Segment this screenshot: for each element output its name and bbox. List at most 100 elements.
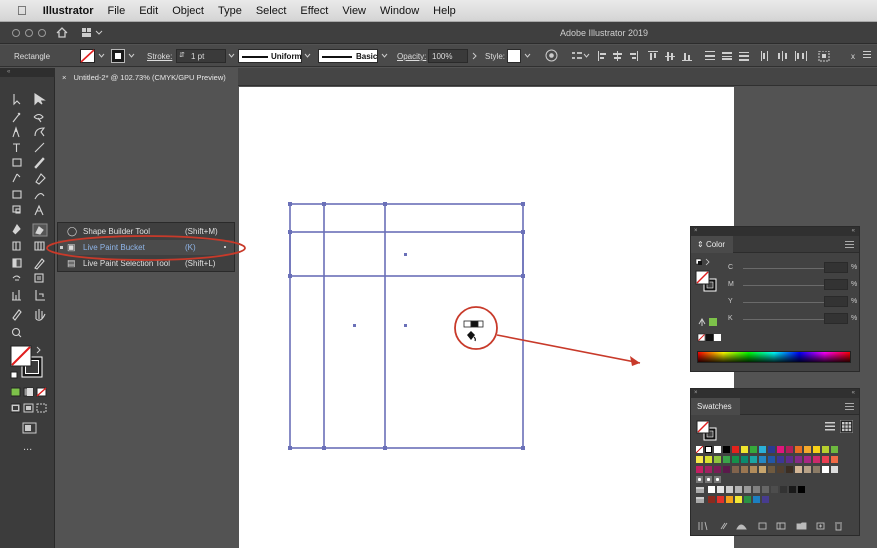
swatches-panel-menu-icon[interactable] — [845, 403, 854, 410]
swatch[interactable] — [714, 446, 721, 453]
swatch[interactable] — [753, 486, 760, 493]
cyan-slider[interactable]: C% — [703, 262, 857, 274]
thumbnail-view-icon[interactable] — [840, 420, 853, 433]
swatch[interactable] — [723, 466, 730, 473]
menu-view[interactable]: View — [342, 5, 366, 17]
home-icon[interactable] — [56, 27, 68, 38]
swatch[interactable] — [705, 476, 712, 483]
swatch[interactable] — [831, 446, 838, 453]
swatch[interactable] — [768, 446, 775, 453]
more-options-label[interactable]: x — [851, 52, 855, 61]
swatch[interactable] — [732, 466, 739, 473]
swatch[interactable] — [759, 446, 766, 453]
swatch[interactable] — [762, 486, 769, 493]
align-options-icon[interactable] — [572, 51, 590, 61]
swatches-panel-header[interactable]: × « — [691, 389, 859, 398]
fill-swatch-icon[interactable] — [80, 49, 96, 63]
swatch[interactable] — [795, 446, 802, 453]
opacity-field[interactable]: 100% — [428, 49, 468, 63]
swatch[interactable] — [777, 446, 784, 453]
swatch[interactable] — [813, 466, 820, 473]
swatch[interactable] — [723, 446, 730, 453]
list-view-icon[interactable] — [825, 422, 835, 431]
magenta-value-field[interactable] — [824, 279, 848, 290]
menu-illustrator[interactable]: Illustrator — [43, 5, 94, 17]
variable-width-profile[interactable]: Uniform — [238, 49, 302, 63]
swatch[interactable] — [750, 466, 757, 473]
swatch[interactable] — [831, 456, 838, 463]
swatch[interactable] — [714, 456, 721, 463]
swatch[interactable] — [744, 486, 751, 493]
swatch-group-folder-icon[interactable] — [696, 497, 704, 503]
swatch[interactable] — [822, 446, 829, 453]
swatch[interactable] — [813, 456, 820, 463]
graphic-style-swatch[interactable] — [507, 49, 521, 63]
black-slider[interactable]: K% — [703, 313, 857, 325]
stroke-weight-field[interactable]: ⇵ 1 pt — [176, 49, 226, 63]
swatch-grid[interactable] — [696, 446, 856, 506]
swatch[interactable] — [732, 456, 739, 463]
menu-file[interactable]: File — [107, 5, 125, 17]
swatch[interactable] — [771, 486, 778, 493]
swatch[interactable] — [762, 496, 769, 503]
swatch[interactable] — [786, 466, 793, 473]
swatch[interactable] — [750, 456, 757, 463]
swatch[interactable] — [696, 446, 703, 453]
swatch[interactable] — [741, 446, 748, 453]
fill-dropdown-icon[interactable] — [98, 53, 105, 59]
color-spectrum-bar[interactable] — [697, 351, 851, 363]
stroke-weight-dropdown-icon[interactable] — [228, 53, 235, 59]
brush-definition[interactable]: Basic — [318, 49, 378, 63]
cyan-value-field[interactable] — [824, 262, 848, 273]
menu-type[interactable]: Type — [218, 5, 242, 17]
swatch[interactable] — [714, 466, 721, 473]
swatch[interactable] — [831, 466, 838, 473]
fill-stroke-widget[interactable] — [10, 345, 46, 381]
swatch[interactable] — [795, 466, 802, 473]
swatch[interactable] — [795, 456, 802, 463]
swatch[interactable] — [768, 456, 775, 463]
black-value-field[interactable] — [824, 313, 848, 324]
swatch[interactable] — [723, 456, 730, 463]
opacity-arrow-icon[interactable] — [472, 52, 478, 60]
swatch[interactable] — [804, 466, 811, 473]
swatch[interactable] — [759, 456, 766, 463]
menu-effect[interactable]: Effect — [300, 5, 328, 17]
workspace-switcher-icon[interactable] — [82, 28, 104, 38]
stroke-swatch-icon[interactable] — [111, 49, 125, 63]
window-zoom-icon[interactable] — [38, 29, 46, 37]
document-tab-close-icon[interactable]: × — [62, 73, 66, 82]
style-dropdown-icon[interactable] — [524, 53, 531, 59]
swatch[interactable] — [744, 496, 751, 503]
swatch[interactable] — [732, 446, 739, 453]
recolor-artwork-icon[interactable] — [545, 49, 558, 62]
swatch[interactable] — [759, 466, 766, 473]
apple-menu-icon[interactable]:  — [17, 3, 27, 18]
color-panel-close-icon[interactable]: × — [694, 228, 698, 234]
swatch[interactable] — [777, 456, 784, 463]
swatch[interactable] — [696, 466, 703, 473]
menu-select[interactable]: Select — [256, 5, 287, 17]
color-panel-gamut-icons[interactable] — [697, 316, 723, 346]
swatch[interactable] — [726, 486, 733, 493]
menu-edit[interactable]: Edit — [139, 5, 158, 17]
swatch[interactable] — [696, 476, 703, 483]
opacity-label[interactable]: Opacity: — [397, 52, 426, 61]
tab-swatches[interactable]: Swatches — [691, 398, 740, 415]
tab-color[interactable]: ⇕ Color — [691, 236, 734, 253]
swatch[interactable] — [798, 486, 805, 493]
swatch[interactable] — [822, 466, 829, 473]
swatches-footer-icons[interactable] — [697, 521, 853, 531]
stroke-dropdown-icon[interactable] — [128, 53, 135, 59]
swatches-panel-close-icon[interactable]: × — [694, 390, 698, 396]
swatch[interactable] — [813, 446, 820, 453]
swatch[interactable] — [741, 456, 748, 463]
profile-dropdown-icon[interactable] — [304, 53, 311, 59]
swatch[interactable] — [726, 496, 733, 503]
swatch[interactable] — [717, 496, 724, 503]
magenta-slider[interactable]: M% — [703, 279, 857, 291]
color-panel-collapse-icon[interactable]: « — [852, 227, 855, 236]
swatch[interactable] — [750, 446, 757, 453]
window-close-icon[interactable] — [12, 29, 20, 37]
swatch[interactable] — [705, 446, 712, 453]
